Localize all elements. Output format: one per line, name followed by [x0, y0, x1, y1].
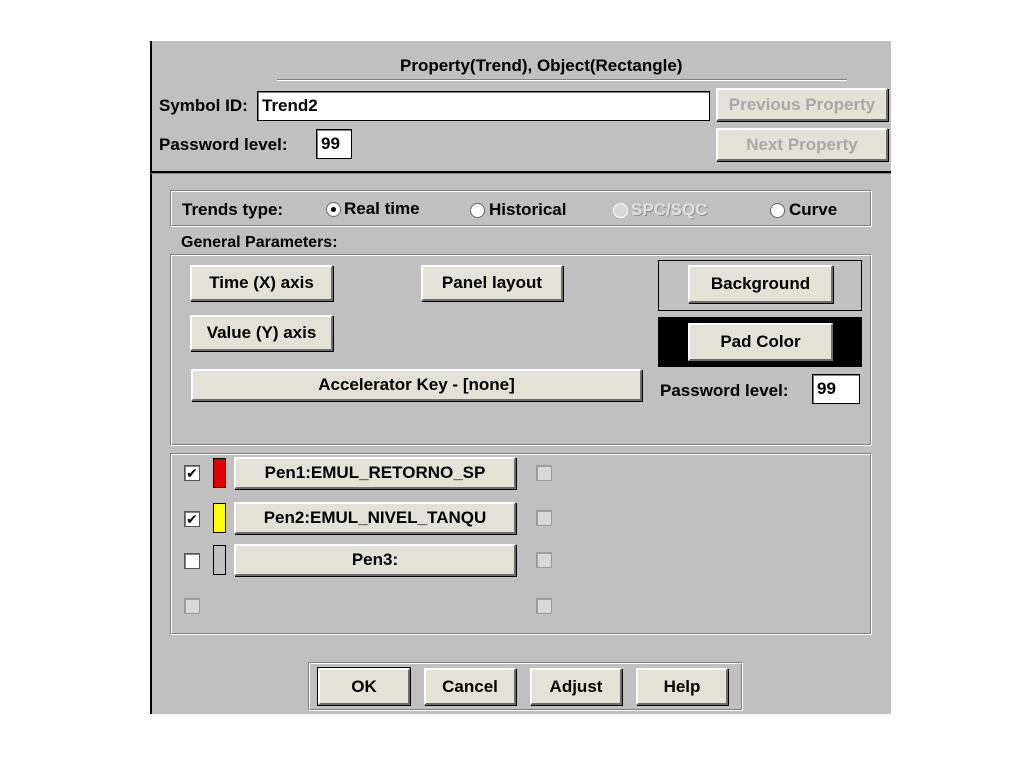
radio-historical[interactable]	[470, 203, 485, 218]
radio-real-time[interactable]	[326, 202, 341, 217]
header-separator-highlight	[151, 173, 891, 174]
general-password-input[interactable]: 99	[812, 374, 860, 404]
background-button[interactable]: Background	[688, 265, 833, 303]
value-axis-button[interactable]: Value (Y) axis	[190, 315, 333, 351]
pen3-color-swatch[interactable]	[213, 545, 226, 575]
general-password-label: Password level:	[660, 381, 789, 400]
pen1-button[interactable]: Pen1:EMUL_RETORNO_SP	[234, 457, 516, 489]
radio-spc-sqc[interactable]	[613, 203, 628, 218]
help-button[interactable]: Help	[636, 668, 728, 705]
pen4-enable-checkbox[interactable]	[184, 598, 200, 614]
pen1-color-swatch[interactable]	[213, 458, 226, 488]
radio-spc-sqc-label: SPC/SQC	[631, 200, 708, 219]
time-axis-button[interactable]: Time (X) axis	[190, 265, 333, 301]
pen2-option-checkbox[interactable]	[536, 510, 552, 526]
cancel-button[interactable]: Cancel	[424, 668, 516, 705]
radio-curve-label: Curve	[789, 200, 838, 219]
password-level-input[interactable]: 99	[316, 129, 352, 159]
dialog-title: Property(Trend), Object(Rectangle)	[400, 56, 683, 75]
radio-real-time-label: Real time	[344, 199, 420, 218]
adjust-button[interactable]: Adjust	[530, 668, 622, 705]
previous-property-button[interactable]: Previous Property	[716, 88, 888, 121]
pen2-color-swatch[interactable]	[213, 503, 226, 533]
panel-layout-button[interactable]: Panel layout	[421, 265, 563, 301]
pen3-enable-checkbox[interactable]	[184, 553, 200, 569]
radio-curve[interactable]	[770, 203, 785, 218]
password-level-label: Password level:	[159, 135, 288, 154]
pen2-button[interactable]: Pen2:EMUL_NIVEL_TANQU	[234, 502, 516, 534]
ok-button[interactable]: OK	[317, 667, 411, 706]
pen3-button[interactable]: Pen3:	[234, 544, 516, 576]
pen4-option-checkbox[interactable]	[536, 598, 552, 614]
pen3-option-checkbox[interactable]	[536, 552, 552, 568]
pad-color-button[interactable]: Pad Color	[688, 323, 833, 361]
title-underline	[277, 79, 847, 81]
dialog-left-border	[150, 41, 152, 714]
trends-type-label: Trends type:	[182, 200, 284, 219]
pen1-option-checkbox[interactable]	[536, 465, 552, 481]
next-property-button[interactable]: Next Property	[716, 128, 888, 161]
pen1-enable-checkbox[interactable]: ✔	[184, 465, 200, 481]
symbol-id-label: Symbol ID:	[159, 96, 248, 115]
general-parameters-label: General Parameters:	[181, 234, 338, 251]
radio-historical-label: Historical	[489, 200, 567, 219]
pen2-enable-checkbox[interactable]: ✔	[184, 511, 200, 527]
accelerator-key-button[interactable]: Accelerator Key - [none]	[191, 369, 642, 401]
symbol-id-input[interactable]: Trend2	[257, 91, 710, 121]
